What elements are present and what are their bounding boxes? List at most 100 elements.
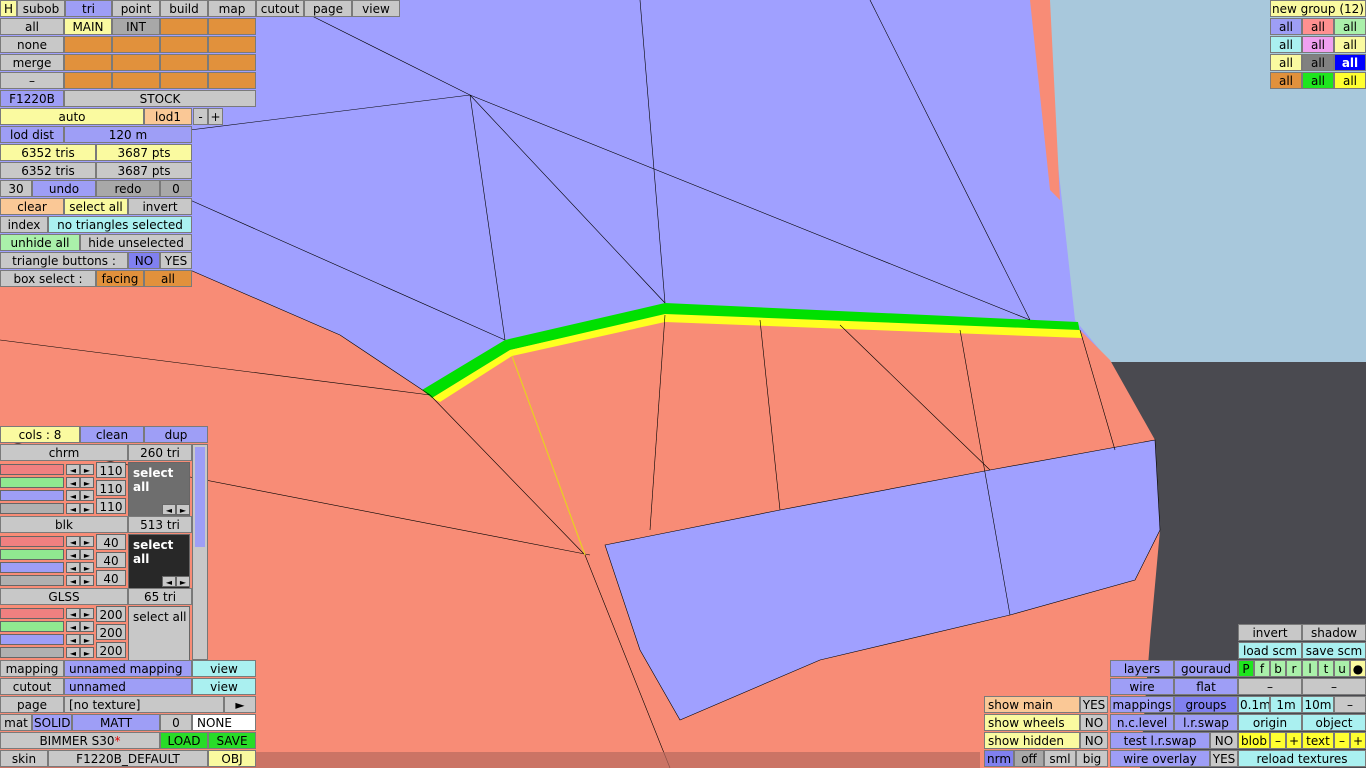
red-value[interactable]: 200 bbox=[96, 606, 126, 622]
lod-minus[interactable]: - bbox=[193, 108, 208, 125]
red-slider[interactable] bbox=[0, 536, 64, 547]
layer-slot[interactable] bbox=[160, 36, 208, 53]
hide-unselected-button[interactable]: hide unselected bbox=[80, 234, 192, 251]
group-all[interactable]: all bbox=[1270, 18, 1302, 35]
menu-view[interactable]: view bbox=[352, 0, 400, 17]
flag-l[interactable]: l bbox=[1302, 660, 1318, 677]
right-arrow-icon[interactable]: ► bbox=[176, 576, 190, 587]
left-arrow-icon[interactable]: ◄ bbox=[66, 477, 80, 488]
mappings-button[interactable]: mappings bbox=[1110, 696, 1174, 713]
materials-scrollbar[interactable] bbox=[192, 444, 208, 660]
wire-button[interactable]: wire bbox=[1110, 678, 1174, 695]
layer-slot[interactable] bbox=[112, 54, 160, 71]
sml-button[interactable]: sml bbox=[1044, 750, 1076, 767]
group-all[interactable]: all bbox=[1334, 18, 1366, 35]
right-arrow-icon[interactable]: ► bbox=[80, 536, 94, 547]
flag-f[interactable]: f bbox=[1254, 660, 1270, 677]
alpha-slider[interactable] bbox=[0, 647, 64, 658]
flag-dot-icon[interactable]: ● bbox=[1350, 660, 1366, 677]
menu-build[interactable]: build bbox=[160, 0, 208, 17]
material-name[interactable]: blk bbox=[0, 516, 128, 533]
group-all[interactable]: all bbox=[1270, 72, 1302, 89]
unhide-all-button[interactable]: unhide all bbox=[0, 234, 80, 251]
flag-b[interactable]: b bbox=[1270, 660, 1286, 677]
alpha-slider[interactable] bbox=[0, 503, 64, 514]
save-scm-button[interactable]: save scm bbox=[1302, 642, 1366, 659]
groups-button[interactable]: groups bbox=[1174, 696, 1238, 713]
right-arrow-icon[interactable]: ► bbox=[176, 504, 190, 515]
red-value[interactable]: 110 bbox=[96, 462, 126, 478]
layer-slot[interactable] bbox=[208, 18, 256, 35]
left-arrow-icon[interactable]: ◄ bbox=[66, 647, 80, 658]
main-layer-button[interactable]: MAIN bbox=[64, 18, 112, 35]
left-arrow-icon[interactable]: ◄ bbox=[66, 503, 80, 514]
test-lr-swap-toggle[interactable]: NO bbox=[1210, 732, 1238, 749]
left-arrow-icon[interactable]: ◄ bbox=[66, 621, 80, 632]
merge-button[interactable]: merge bbox=[0, 54, 64, 71]
show-wheels-toggle[interactable]: NO bbox=[1080, 714, 1108, 731]
mat-number[interactable]: 0 bbox=[160, 714, 192, 731]
swatch-select-all[interactable]: select all bbox=[133, 466, 173, 494]
cutout-name[interactable]: unnamed bbox=[64, 678, 192, 695]
layer-slot[interactable] bbox=[160, 18, 208, 35]
nrm-button[interactable]: nrm bbox=[984, 750, 1014, 767]
none-button[interactable]: none bbox=[0, 36, 64, 53]
green-value[interactable]: 110 bbox=[96, 480, 126, 496]
material-name[interactable]: chrm bbox=[0, 444, 128, 461]
load-scm-button[interactable]: load scm bbox=[1238, 642, 1302, 659]
menu-page[interactable]: page bbox=[304, 0, 352, 17]
red-slider[interactable] bbox=[0, 608, 64, 619]
group-all[interactable]: all bbox=[1334, 72, 1366, 89]
right-arrow-icon[interactable]: ► bbox=[80, 647, 94, 658]
alpha-slider[interactable] bbox=[0, 575, 64, 586]
dist-0-1m[interactable]: 0.1m bbox=[1238, 696, 1270, 713]
mapping-name[interactable]: unnamed mapping bbox=[64, 660, 192, 677]
solid-button[interactable]: SOLID bbox=[32, 714, 72, 731]
left-arrow-icon[interactable]: ◄ bbox=[66, 490, 80, 501]
dup-button[interactable]: dup bbox=[144, 426, 208, 443]
dash-button[interactable]: – bbox=[1302, 678, 1366, 695]
left-arrow-icon[interactable]: ◄ bbox=[162, 576, 176, 587]
right-arrow-icon[interactable]: ► bbox=[80, 621, 94, 632]
menu-tri[interactable]: tri bbox=[65, 0, 112, 17]
model-name[interactable]: F1220B bbox=[0, 90, 64, 107]
group-all[interactable]: all bbox=[1334, 54, 1366, 71]
all-button[interactable]: all bbox=[0, 18, 64, 35]
layer-slot[interactable] bbox=[112, 36, 160, 53]
redo-button[interactable]: redo bbox=[96, 180, 160, 197]
box-select-all[interactable]: all bbox=[144, 270, 192, 287]
left-arrow-icon[interactable]: ◄ bbox=[66, 536, 80, 547]
group-all[interactable]: all bbox=[1302, 72, 1334, 89]
right-arrow-icon[interactable]: ► bbox=[80, 634, 94, 645]
blue-value[interactable]: 110 bbox=[96, 498, 126, 514]
group-all[interactable]: all bbox=[1270, 54, 1302, 71]
show-main-toggle[interactable]: YES bbox=[1080, 696, 1108, 713]
off-button[interactable]: off bbox=[1014, 750, 1044, 767]
dist-10m[interactable]: 10m bbox=[1302, 696, 1334, 713]
mapping-view-button[interactable]: view bbox=[192, 660, 256, 677]
flag-p[interactable]: P bbox=[1238, 660, 1254, 677]
load-button[interactable]: LOAD bbox=[160, 732, 208, 749]
blob-minus[interactable]: – bbox=[1270, 732, 1286, 749]
flag-t[interactable]: t bbox=[1318, 660, 1334, 677]
wire-overlay-toggle[interactable]: YES bbox=[1210, 750, 1238, 767]
layer-slot[interactable] bbox=[160, 54, 208, 71]
blob-plus[interactable]: + bbox=[1286, 732, 1302, 749]
layer-slot[interactable] bbox=[208, 72, 256, 89]
dash-button[interactable]: – bbox=[1238, 678, 1302, 695]
layer-slot[interactable] bbox=[208, 54, 256, 71]
lod-plus[interactable]: + bbox=[208, 108, 223, 125]
text-plus[interactable]: + bbox=[1350, 732, 1366, 749]
text-button[interactable]: text bbox=[1302, 732, 1334, 749]
swatch-select-all[interactable]: select all bbox=[133, 538, 173, 566]
left-arrow-icon[interactable]: ◄ bbox=[66, 608, 80, 619]
blue-slider[interactable] bbox=[0, 634, 64, 645]
obj-button[interactable]: OBJ bbox=[208, 750, 256, 767]
right-arrow-icon[interactable]: ► bbox=[80, 503, 94, 514]
right-arrow-icon[interactable]: ► bbox=[80, 549, 94, 560]
gouraud-button[interactable]: gouraud bbox=[1174, 660, 1238, 677]
cutout-view-button[interactable]: view bbox=[192, 678, 256, 695]
auto-lod-button[interactable]: auto bbox=[0, 108, 144, 125]
green-slider[interactable] bbox=[0, 549, 64, 560]
swatch-select-all[interactable]: select all bbox=[133, 610, 187, 624]
